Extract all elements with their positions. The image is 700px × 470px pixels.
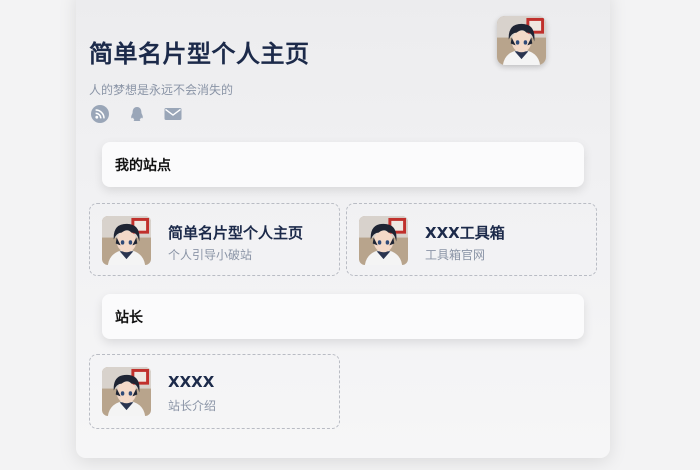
owner-name: XXXX bbox=[168, 373, 215, 391]
avatar bbox=[497, 16, 546, 65]
rss-icon[interactable] bbox=[90, 104, 110, 124]
site-title: XXX工具箱 bbox=[425, 224, 505, 242]
site-thumbnail bbox=[359, 216, 408, 265]
section-header-sites: 我的站点 bbox=[102, 142, 584, 187]
site-description: 个人引导小破站 bbox=[168, 248, 253, 262]
page-title: 简单名片型个人主页 bbox=[89, 40, 310, 68]
owner-description: 站长介绍 bbox=[168, 399, 217, 413]
site-description: 工具箱官网 bbox=[425, 248, 486, 262]
site-thumbnail bbox=[102, 216, 151, 265]
qq-icon[interactable] bbox=[127, 104, 147, 124]
site-card[interactable]: 简单名片型个人主页 个人引导小破站 bbox=[89, 203, 340, 276]
site-title: 简单名片型个人主页 bbox=[168, 224, 304, 242]
email-icon[interactable] bbox=[163, 104, 183, 124]
owner-card[interactable]: XXXX 站长介绍 bbox=[89, 354, 340, 429]
owner-avatar bbox=[102, 367, 151, 416]
site-card[interactable]: XXX工具箱 工具箱官网 bbox=[346, 203, 597, 276]
page-subtitle: 人的梦想是永远不会消失的 bbox=[89, 83, 234, 97]
section-header-owner: 站长 bbox=[102, 294, 584, 339]
